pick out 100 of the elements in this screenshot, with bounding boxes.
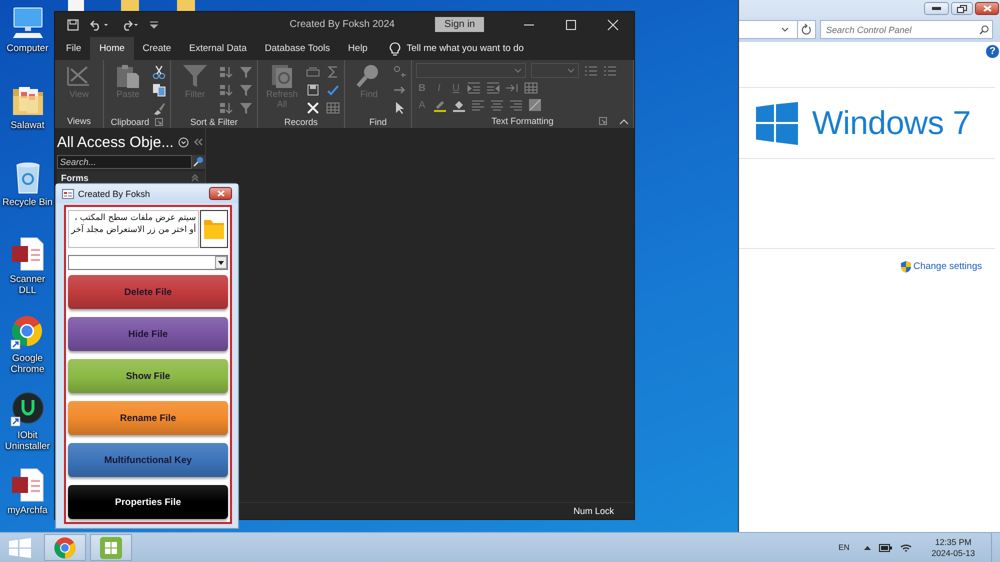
windows-logo-icon (756, 102, 798, 144)
close-icon (982, 5, 992, 12)
icon-label[interactable]: Computer (0, 43, 55, 54)
icon-label[interactable]: IObit Uninstaller (0, 430, 55, 452)
outdent-icon[interactable] (486, 81, 500, 95)
spellcheck-icon[interactable] (326, 83, 340, 97)
group-label: Records (284, 116, 318, 126)
dropdown-field[interactable] (416, 63, 526, 78)
help-button[interactable]: ? (986, 45, 999, 58)
tell-me-field[interactable]: Tell me what you want to do (406, 43, 524, 54)
highlight-icon[interactable] (433, 98, 447, 112)
wifi-icon[interactable] (900, 542, 912, 552)
icon-label[interactable]: Scanner DLL (0, 274, 55, 296)
replace-icon[interactable] (393, 65, 407, 79)
scissors-icon[interactable] (152, 65, 166, 79)
restore-button[interactable] (951, 2, 973, 15)
ribbon-tab[interactable]: Create (134, 37, 180, 60)
close-icon (216, 190, 224, 197)
filter-icon[interactable] (239, 101, 253, 115)
group-label: Find (369, 116, 387, 126)
dialog-launcher-icon[interactable] (599, 117, 607, 125)
group-label: Sort & Filter (190, 116, 238, 126)
ribbon-tab[interactable]: File (57, 37, 90, 60)
round-logo-icon (10, 391, 46, 427)
search-icon[interactable] (979, 24, 989, 34)
bullet-list-icon[interactable] (584, 64, 598, 78)
align-left-icon[interactable] (471, 98, 485, 112)
ribbon-tab[interactable]: Help (339, 37, 377, 60)
dialog-launcher-icon[interactable] (155, 118, 164, 126)
battery-icon[interactable] (878, 544, 892, 552)
align-right-icon[interactable] (509, 98, 523, 112)
minimize-button[interactable] (924, 2, 949, 15)
delete-icon[interactable] (306, 101, 320, 115)
status-text: Num Lock (573, 506, 614, 516)
fill-color-icon[interactable] (452, 98, 466, 112)
sum-icon[interactable] (326, 65, 340, 79)
close-button[interactable] (975, 2, 999, 15)
new-row-icon[interactable] (306, 65, 320, 79)
sort-icon[interactable] (219, 83, 233, 97)
language-indicator[interactable]: EN (838, 543, 850, 552)
clock-time[interactable]: 12:35 PM (935, 536, 972, 548)
icon-label[interactable]: Recycle Bin (0, 197, 55, 208)
section-header[interactable]: Forms (61, 173, 89, 183)
collapse-icon[interactable] (191, 174, 199, 182)
address-bar[interactable] (739, 20, 816, 39)
icon-label[interactable]: Google Chrome (0, 353, 55, 375)
action-button[interactable]: Properties File (68, 485, 228, 519)
search-field[interactable]: Search... (57, 155, 192, 169)
action-button[interactable]: Rename File (68, 401, 228, 435)
save-icon[interactable] (306, 83, 320, 97)
dropdown-field[interactable] (68, 255, 228, 270)
collapse-ribbon-icon[interactable] (619, 119, 629, 125)
sign-in-button[interactable]: Sign in (435, 17, 484, 32)
dropdown-circle-icon[interactable] (178, 136, 189, 148)
shading-icon[interactable] (528, 98, 542, 112)
sort-icon[interactable] (219, 101, 233, 115)
logo-text: Windows 7 (812, 104, 971, 142)
lightbulb-icon[interactable] (388, 42, 401, 56)
ribbon-tab[interactable]: Home (90, 37, 134, 60)
chevron-up-icon[interactable] (864, 545, 871, 550)
copy-icon[interactable] (152, 83, 166, 97)
bullet-list-icon[interactable] (603, 64, 617, 78)
action-button[interactable]: Show File (68, 359, 228, 393)
message-text: سيتم عرض ملفات سطح المكتب ، أو اختر من زر الاستعراض مجلد آخر (68, 210, 199, 248)
group-label: Views (67, 116, 91, 126)
action-button[interactable]: Multifunctional Key (68, 443, 228, 477)
search-icon[interactable] (192, 155, 205, 169)
ribbon-tab[interactable]: External Data (180, 37, 256, 60)
brush-icon[interactable] (152, 101, 166, 115)
paste-icon (114, 63, 142, 89)
chevron-down-icon (514, 68, 522, 74)
taskbar-app[interactable] (44, 534, 86, 561)
group-label: Text Formatting (491, 116, 554, 126)
clock-date[interactable]: 2024-05-13 (932, 548, 975, 558)
sort-icon[interactable] (219, 65, 233, 79)
undo-icon[interactable] (89, 18, 109, 30)
search-field[interactable]: Search Control Panel (820, 20, 993, 39)
indent-icon[interactable] (467, 81, 481, 95)
browse-button[interactable] (200, 210, 228, 248)
ribbon-tab[interactable]: Database Tools (256, 37, 340, 60)
change-settings-link[interactable]: Change settings (913, 261, 982, 272)
chevron-down-icon[interactable] (781, 26, 789, 32)
chevron-down-icon (567, 68, 575, 74)
customize-icon[interactable] (149, 20, 159, 30)
round-logo-icon (53, 536, 77, 560)
align-center-icon[interactable] (490, 98, 504, 112)
group-label: Clipboard (110, 116, 150, 126)
start-icon[interactable] (9, 538, 31, 558)
collapse-pane-icon[interactable] (192, 137, 203, 147)
action-button[interactable]: Delete File (68, 275, 228, 309)
grid-icon[interactable] (326, 101, 340, 115)
icon-label[interactable]: Salawat (0, 120, 55, 131)
grid-icon[interactable] (524, 81, 538, 95)
filter-icon[interactable] (239, 65, 253, 79)
dropdown-field[interactable] (531, 63, 579, 78)
filter-icon[interactable] (239, 83, 253, 97)
icon-label[interactable]: myArchfa (0, 505, 55, 516)
close-button[interactable] (209, 187, 232, 200)
save-icon[interactable] (67, 18, 79, 30)
taskbar-app[interactable] (90, 534, 132, 561)
